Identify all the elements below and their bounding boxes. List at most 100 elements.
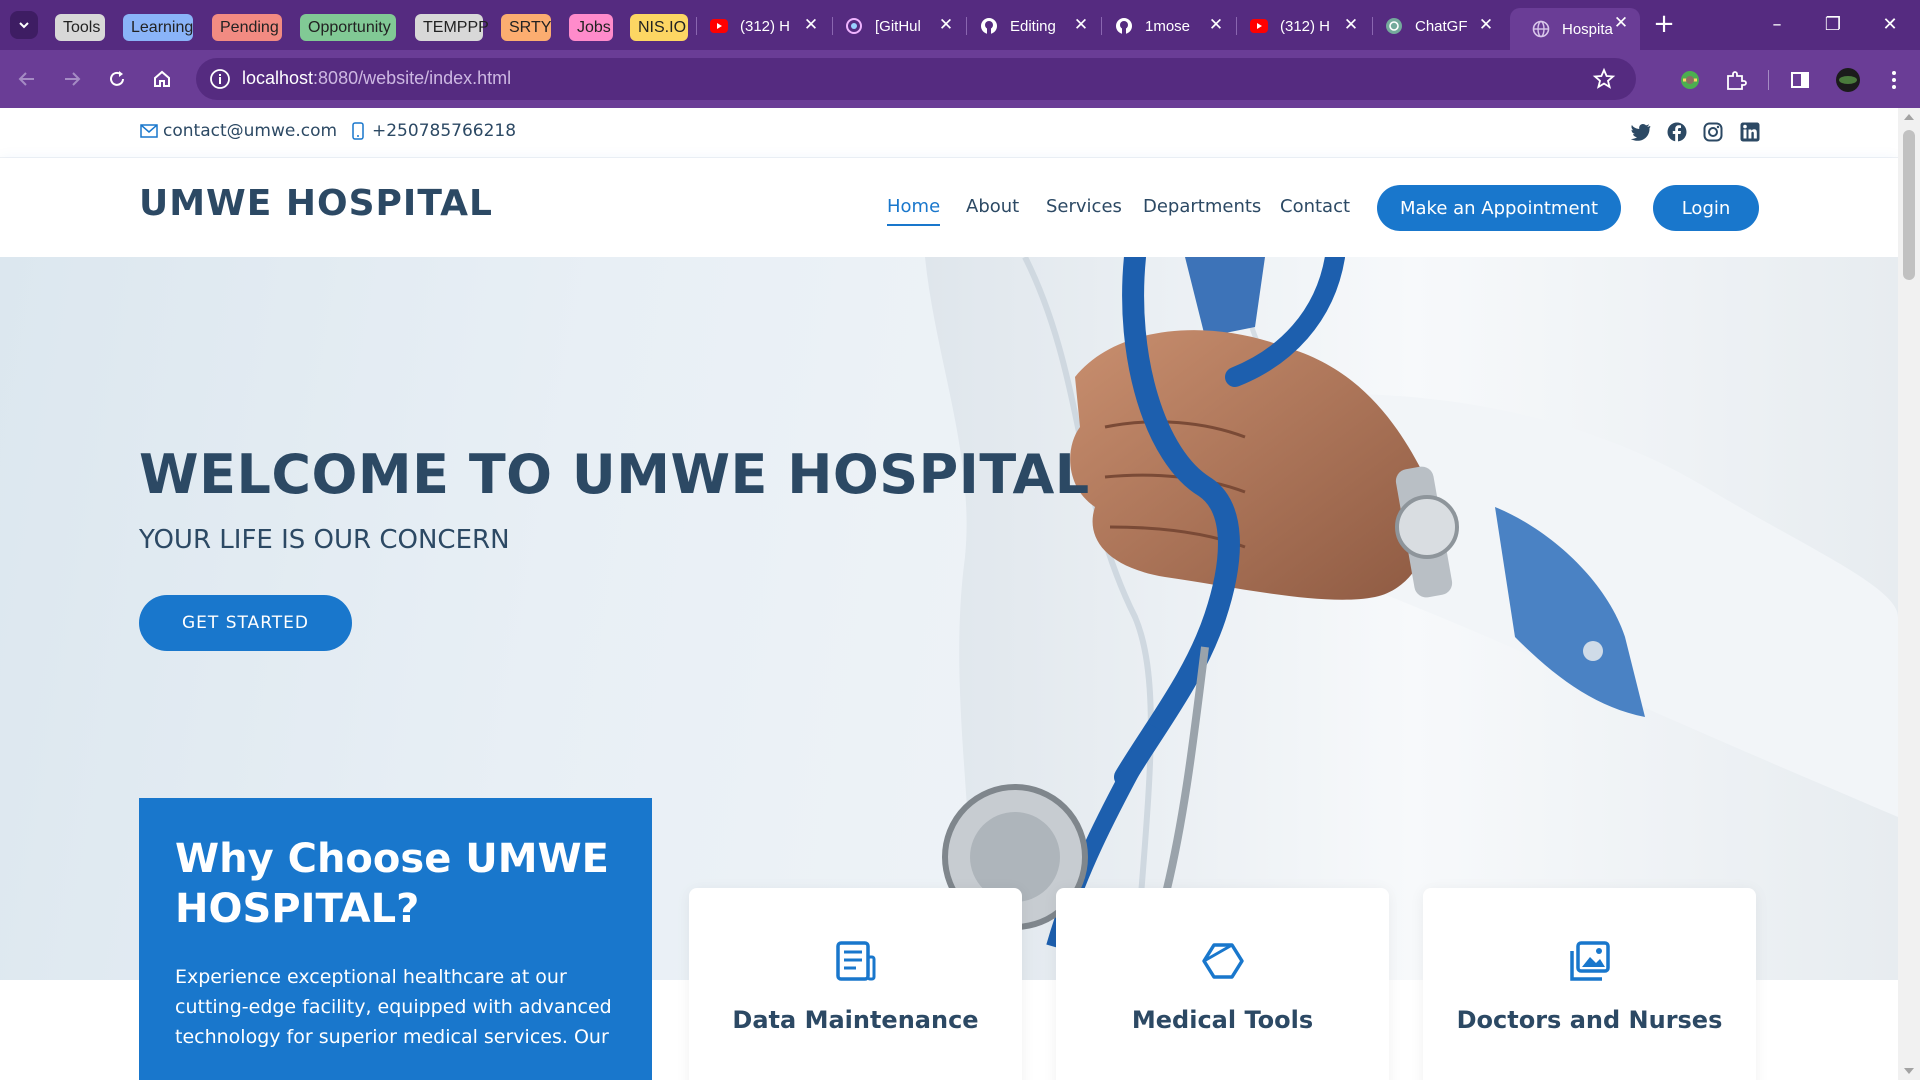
- bookmark-chip-nisio[interactable]: NIS.IO: [630, 14, 688, 41]
- browser-tab[interactable]: (312) H ✕: [710, 10, 820, 42]
- feature-card-data-maintenance: Data Maintenance: [689, 888, 1022, 1080]
- feature-card-doctors-nurses: Doctors and Nurses: [1423, 888, 1756, 1080]
- tab-title: (312) H: [740, 17, 791, 35]
- why-choose-box: Why Choose UMWE HOSPITAL? Experience exc…: [139, 798, 652, 1080]
- tab-separator: [832, 17, 833, 35]
- contact-phone[interactable]: +250785766218: [348, 121, 516, 141]
- browser-tab[interactable]: Editing ✕: [980, 10, 1090, 42]
- bookmark-chip-tools[interactable]: Tools: [55, 14, 105, 41]
- contact-bar: contact@umwe.com +250785766218: [0, 108, 1898, 158]
- nav-home[interactable]: Home: [887, 196, 941, 226]
- images-icon: [1567, 938, 1613, 984]
- get-started-button[interactable]: GET STARTED: [139, 595, 352, 651]
- browser-tab[interactable]: 1mose ✕: [1115, 10, 1225, 42]
- globe-icon: [1532, 20, 1550, 38]
- feature-title: Medical Tools: [1131, 1006, 1314, 1034]
- minimize-icon[interactable]: –: [1757, 10, 1797, 40]
- login-button[interactable]: Login: [1653, 185, 1759, 231]
- github-icon: [980, 17, 998, 35]
- github-copilot-icon: [845, 17, 863, 35]
- youtube-icon: [710, 17, 728, 35]
- doctor-photo: [925, 257, 1898, 980]
- feature-title: Data Maintenance: [732, 1006, 979, 1034]
- toolbar-divider: [1768, 70, 1769, 90]
- home-icon[interactable]: [149, 66, 175, 92]
- page-scrollbar[interactable]: [1898, 108, 1920, 1080]
- back-icon[interactable]: [14, 66, 40, 92]
- restore-icon[interactable]: ❐: [1813, 10, 1853, 40]
- facebook-icon[interactable]: [1666, 121, 1688, 143]
- close-icon[interactable]: ✕: [1342, 16, 1360, 34]
- close-icon[interactable]: ✕: [937, 16, 955, 34]
- bookmark-chip-learning[interactable]: Learning: [123, 14, 193, 41]
- site-logo[interactable]: UMWE HOSPITAL: [139, 183, 493, 224]
- window-close-icon[interactable]: ✕: [1870, 10, 1910, 40]
- scroll-up-arrow-icon[interactable]: [1904, 114, 1914, 120]
- nav-about[interactable]: About: [966, 196, 1019, 217]
- avatar[interactable]: [1834, 66, 1862, 94]
- tab-search-button[interactable]: [10, 11, 38, 39]
- tab-title: Editing: [1010, 17, 1056, 35]
- github-icon: [1115, 17, 1133, 35]
- document-icon: [833, 938, 879, 984]
- url-path: :8080/website/index.html: [313, 68, 512, 88]
- browser-tab[interactable]: (312) H ✕: [1250, 10, 1360, 42]
- scrollbar-thumb[interactable]: [1903, 130, 1915, 280]
- browser-tab[interactable]: ChatGF ✕: [1385, 10, 1495, 42]
- chevron-down-icon: [19, 22, 29, 29]
- close-icon[interactable]: ✕: [1477, 16, 1495, 34]
- new-tab-button[interactable]: +: [1650, 11, 1678, 39]
- bookmark-chip-temppp[interactable]: TEMPPP: [415, 14, 489, 41]
- browser-tab-bar: Tools Learning Pending Opportunity TEMPP…: [0, 0, 1920, 50]
- side-panel-icon[interactable]: [1786, 66, 1814, 94]
- browser-tab-active[interactable]: Hospita ✕: [1510, 8, 1640, 50]
- scroll-down-arrow-icon[interactable]: [1904, 1068, 1914, 1074]
- feature-card-medical-tools: Medical Tools: [1056, 888, 1389, 1080]
- menu-dots-icon[interactable]: [1880, 66, 1908, 94]
- tab-separator: [1101, 17, 1102, 35]
- bookmark-star-icon[interactable]: [1592, 67, 1616, 91]
- why-choose-title: Why Choose UMWE HOSPITAL?: [175, 836, 609, 932]
- tab-separator: [1236, 17, 1237, 35]
- instagram-icon[interactable]: [1702, 121, 1724, 143]
- address-bar[interactable]: localhost:8080/website/index.html: [196, 58, 1636, 100]
- browser-toolbar: localhost:8080/website/index.html: [0, 50, 1920, 108]
- youtube-icon: [1250, 17, 1268, 35]
- hexagon-icon: [1200, 938, 1246, 984]
- tab-separator: [1372, 17, 1373, 35]
- why-choose-text: Experience exceptional healthcare at our…: [175, 966, 612, 1048]
- hero-title: WELCOME TO UMWE HOSPITAL: [139, 443, 1090, 506]
- site-info-icon[interactable]: [208, 67, 232, 91]
- tab-separator: [696, 17, 697, 35]
- feature-title: Doctors and Nurses: [1456, 1006, 1723, 1034]
- bookmark-chip-jobs[interactable]: Jobs: [569, 14, 613, 41]
- hero-subtitle: YOUR LIFE IS OUR CONCERN: [139, 525, 510, 555]
- close-icon[interactable]: ✕: [1072, 16, 1090, 34]
- make-appointment-button[interactable]: Make an Appointment: [1377, 185, 1621, 231]
- close-icon[interactable]: ✕: [1207, 16, 1225, 34]
- url-text: localhost:8080/website/index.html: [242, 68, 511, 89]
- browser-tab[interactable]: [GitHul ✕: [845, 10, 955, 42]
- tab-title: [GitHul: [875, 17, 921, 35]
- web-page: contact@umwe.com +250785766218 UMWE HOSP…: [0, 108, 1898, 1080]
- twitter-icon[interactable]: [1630, 121, 1652, 143]
- close-icon[interactable]: ✕: [1612, 14, 1630, 32]
- tab-title: Hospita: [1562, 20, 1613, 38]
- bookmark-chip-srty[interactable]: SRTY: [501, 14, 551, 41]
- puzzle-icon[interactable]: [1722, 66, 1750, 94]
- email-text: contact@umwe.com: [163, 121, 338, 141]
- tab-title: 1mose: [1145, 17, 1191, 35]
- bookmark-chip-pending[interactable]: Pending: [212, 14, 282, 41]
- linkedin-icon[interactable]: [1739, 121, 1761, 143]
- bookmark-chip-opportunity[interactable]: Opportunity: [300, 14, 396, 41]
- nav-contact[interactable]: Contact: [1280, 196, 1350, 217]
- forward-icon[interactable]: [59, 66, 85, 92]
- nav-services[interactable]: Services: [1046, 196, 1122, 217]
- extension-icon[interactable]: [1676, 66, 1704, 94]
- close-icon[interactable]: ✕: [802, 16, 820, 34]
- reload-icon[interactable]: [104, 66, 130, 92]
- nav-departments[interactable]: Departments: [1143, 196, 1261, 217]
- envelope-icon: [139, 121, 159, 141]
- contact-email[interactable]: contact@umwe.com: [139, 121, 337, 141]
- site-header: UMWE HOSPITAL Home About Services Depart…: [0, 158, 1898, 257]
